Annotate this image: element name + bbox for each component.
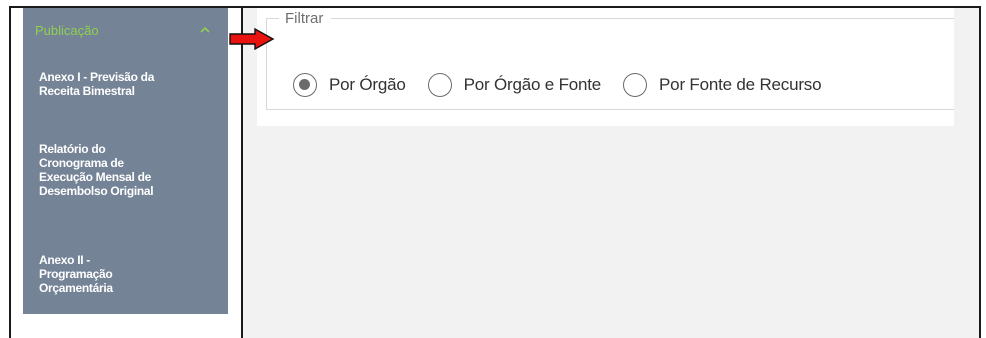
radio-label: Por Órgão e Fonte: [463, 75, 602, 94]
sidebar-item-relatorio-cronograma[interactable]: Relatório do Cronograma de Execução Mens…: [39, 142, 209, 198]
radio-selected-icon[interactable]: [293, 73, 317, 97]
red-arrow-icon: [229, 28, 275, 50]
radio-unselected-icon[interactable]: [623, 73, 648, 97]
filter-radio-group: Por Órgão Por Órgão e Fonte Por Fonte de…: [293, 73, 843, 97]
filter-card: Filtrar Por Órgão Por Órgão e Fonte Por …: [257, 8, 954, 126]
sidebar-item-label-line: Orçamentária: [39, 281, 113, 295]
left-panel: Publicação Anexo I - Previsão da Receita…: [11, 8, 243, 338]
radio-unselected-icon[interactable]: [427, 73, 452, 97]
sidebar-item-anexo-ii[interactable]: Anexo II - Programação Orçamentária: [39, 253, 209, 295]
radio-por-orgao[interactable]: Por Órgão: [293, 73, 406, 97]
sidebar-item-label-line: Anexo II -: [39, 253, 91, 267]
sidebar-section-label: Publicação: [35, 22, 99, 38]
filter-fieldset: Filtrar Por Órgão Por Órgão e Fonte Por …: [266, 9, 954, 110]
radio-label: Por Órgão: [329, 75, 406, 94]
sidebar-item-label-line: Desembolso Original: [39, 184, 154, 198]
sidebar-item-label-line: Anexo I - Previsão da: [39, 70, 155, 84]
radio-label: Por Fonte de Recurso: [659, 75, 822, 94]
screenshot-frame: Publicação Anexo I - Previsão da Receita…: [9, 6, 981, 338]
sidebar-item-label-line: Relatório do: [39, 142, 106, 156]
sidebar-item-label-line: Receita Bimestral: [39, 84, 135, 98]
sidebar-item-label-line: Cronograma de: [39, 156, 124, 170]
radio-por-fonte-de-recurso[interactable]: Por Fonte de Recurso: [623, 73, 822, 97]
filter-legend: Filtrar: [279, 9, 332, 29]
sidebar-section-publicacao[interactable]: Publicação: [23, 8, 228, 52]
sidebar: Publicação Anexo I - Previsão da Receita…: [23, 8, 228, 314]
radio-por-orgao-e-fonte[interactable]: Por Órgão e Fonte: [427, 73, 602, 97]
chevron-up-icon[interactable]: [198, 23, 212, 37]
content-area: Filtrar Por Órgão Por Órgão e Fonte Por …: [243, 8, 979, 338]
sidebar-item-label-line: Programação: [39, 267, 113, 281]
sidebar-item-anexo-i[interactable]: Anexo I - Previsão da Receita Bimestral: [39, 70, 209, 98]
sidebar-item-label-line: Execução Mensal de: [39, 170, 151, 184]
